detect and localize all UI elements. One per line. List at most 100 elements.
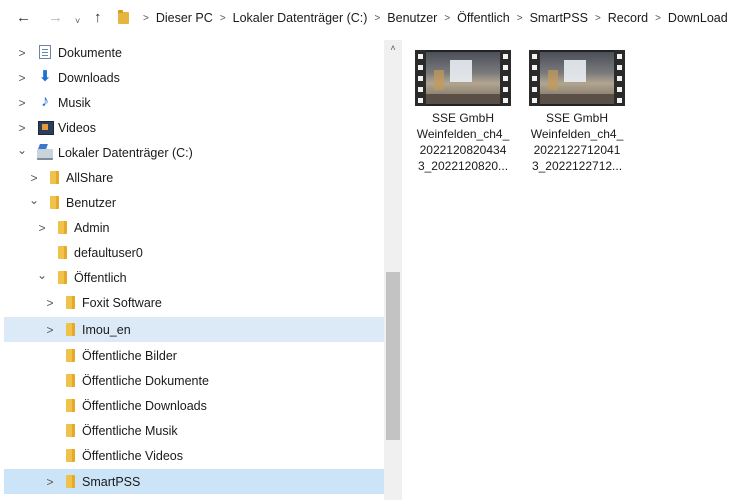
tree-item-label: Dokumente (58, 45, 122, 60)
breadcrumb-item[interactable]: Benutzer (387, 11, 437, 25)
tree-item-dokumente[interactable]: > Dokumente (4, 40, 384, 65)
tree-item-label: Benutzer (66, 195, 117, 210)
file-name-line: Weinfelden_ch4_ (416, 127, 510, 141)
tree-item-oeffentlich[interactable]: ⌄ Öffentlich (4, 265, 384, 290)
tree-item-label: Öffentliche Downloads (82, 398, 207, 413)
recent-locations-chevron-icon[interactable]: ˅ (75, 12, 80, 30)
file-list: SSE GmbH Weinfelden_ch4_ 2022120820434 3… (403, 40, 745, 500)
tree-item-musik[interactable]: > ♪ Musik (4, 90, 384, 115)
tree-item-downloads[interactable]: > ⬇ Downloads (4, 65, 384, 90)
folder-icon (66, 399, 75, 412)
tree-item-local-drive[interactable]: ⌄ Lokaler Datenträger (C:) (4, 140, 384, 165)
tree-item-label: Downloads (58, 70, 120, 85)
folder-icon (66, 374, 75, 387)
file-name: SSE GmbH Weinfelden_ch4_ 2022122712041 3… (522, 110, 632, 174)
breadcrumb-item[interactable]: Lokaler Datenträger (C:) (233, 11, 368, 25)
download-icon: ⬇ (38, 68, 52, 85)
tree-item-benutzer[interactable]: ⌄ Benutzer (4, 190, 384, 215)
expand-chevron-icon[interactable]: > (36, 221, 48, 235)
expand-chevron-icon[interactable]: > (44, 323, 56, 337)
folder-icon (50, 196, 59, 209)
tree-item-label: Lokaler Datenträger (C:) (58, 145, 193, 160)
file-name-line: 2022122712041 (533, 143, 621, 157)
forward-arrow-icon[interactable]: → (48, 9, 63, 27)
breadcrumb-item[interactable]: DownLoad (668, 11, 728, 25)
breadcrumb-separator-icon[interactable]: > (444, 13, 450, 24)
tree-item-label: Musik (58, 95, 91, 110)
tree-item-defaultuser0[interactable]: defaultuser0 (4, 240, 384, 265)
video-file-icon (415, 50, 511, 106)
folder-icon (66, 424, 75, 437)
expand-chevron-icon[interactable]: > (44, 296, 56, 310)
breadcrumb-separator-icon[interactable]: > (220, 13, 226, 24)
collapse-chevron-icon[interactable]: ⌄ (28, 193, 40, 207)
tree-item-videos[interactable]: > Videos (4, 115, 384, 140)
folder-icon (66, 449, 75, 462)
scrollbar-thumb[interactable] (386, 272, 400, 440)
tree-item-label: Admin (74, 220, 110, 235)
folder-icon (50, 171, 59, 184)
breadcrumb-separator-icon[interactable]: > (517, 13, 523, 24)
collapse-chevron-icon[interactable]: ⌄ (16, 143, 28, 157)
file-name-line: 3_2022120820... (417, 159, 509, 173)
expand-chevron-icon[interactable]: > (16, 96, 28, 110)
breadcrumb-item[interactable]: Öffentlich (457, 11, 510, 25)
tree-item-label: Videos (58, 120, 96, 135)
tree-item-label: Öffentliche Videos (82, 448, 183, 463)
expand-chevron-icon[interactable]: > (16, 71, 28, 85)
folder-icon (66, 323, 75, 336)
up-arrow-icon[interactable]: ↑ (94, 9, 102, 27)
breadcrumb-item[interactable]: Dieser PC (156, 11, 213, 25)
file-name-line: SSE GmbH (545, 111, 608, 125)
tree-item-label: Imou_en (82, 322, 131, 337)
file-tile[interactable]: SSE GmbH Weinfelden_ch4_ 2022122712041 3… (522, 50, 632, 174)
scroll-up-arrow-icon[interactable]: ˄ (384, 40, 402, 56)
address-bar: ← → ˅ ↑ > Dieser PC > Lokaler Datenträge… (0, 0, 745, 36)
music-icon: ♪ (41, 93, 49, 110)
tree-item-foxit-software[interactable]: > Foxit Software (4, 290, 384, 315)
tree-item-oeffentliche-downloads[interactable]: Öffentliche Downloads (4, 393, 384, 418)
folder-icon (58, 246, 67, 259)
documents-icon (39, 45, 51, 59)
tree-scrollbar[interactable]: ˄ (384, 40, 402, 500)
tree-item-oeffentliche-videos[interactable]: Öffentliche Videos (4, 443, 384, 468)
folder-icon (66, 349, 75, 362)
breadcrumb: > Dieser PC > Lokaler Datenträger (C:) >… (118, 0, 728, 36)
navigation-tree: > Dokumente > ⬇ Downloads > ♪ Musik > Vi… (0, 40, 384, 500)
file-name: SSE GmbH Weinfelden_ch4_ 2022120820434 3… (408, 110, 518, 174)
file-name-line: Weinfelden_ch4_ (530, 127, 624, 141)
file-name-line: 2022120820434 (419, 143, 507, 157)
drive-icon (37, 149, 53, 160)
tree-item-label: Öffentlich (74, 270, 127, 285)
tree-item-label: Foxit Software (82, 295, 162, 310)
tree-item-label: Öffentliche Musik (82, 423, 178, 438)
tree-item-admin[interactable]: > Admin (4, 215, 384, 240)
tree-item-oeffentliche-bilder[interactable]: Öffentliche Bilder (4, 343, 384, 368)
breadcrumb-separator-icon[interactable]: > (595, 13, 601, 24)
breadcrumb-item[interactable]: Record (608, 11, 648, 25)
folder-icon (58, 221, 67, 234)
tree-item-smartpss[interactable]: > SmartPSS (4, 469, 384, 494)
expand-chevron-icon[interactable]: > (44, 475, 56, 489)
breadcrumb-separator-icon[interactable]: > (143, 13, 149, 24)
breadcrumb-item[interactable]: SmartPSS (530, 11, 588, 25)
tree-item-label: defaultuser0 (74, 245, 143, 260)
file-name-line: SSE GmbH (431, 111, 494, 125)
tree-item-oeffentliche-dokumente[interactable]: Öffentliche Dokumente (4, 368, 384, 393)
expand-chevron-icon[interactable]: > (28, 171, 40, 185)
folder-icon (58, 271, 67, 284)
expand-chevron-icon[interactable]: > (16, 46, 28, 60)
collapse-chevron-icon[interactable]: ⌄ (36, 268, 48, 282)
tree-item-imou-en[interactable]: > Imou_en (4, 317, 384, 342)
tree-item-label: Öffentliche Bilder (82, 348, 177, 363)
folder-icon (66, 475, 75, 488)
back-arrow-icon[interactable]: ← (16, 9, 31, 27)
file-tile[interactable]: SSE GmbH Weinfelden_ch4_ 2022120820434 3… (408, 50, 518, 174)
tree-item-oeffentliche-musik[interactable]: Öffentliche Musik (4, 418, 384, 443)
file-name-line: 3_2022122712... (531, 159, 623, 173)
tree-item-allshare[interactable]: > AllShare (4, 165, 384, 190)
breadcrumb-separator-icon[interactable]: > (374, 13, 380, 24)
folder-icon (118, 10, 129, 24)
breadcrumb-separator-icon[interactable]: > (655, 13, 661, 24)
expand-chevron-icon[interactable]: > (16, 121, 28, 135)
